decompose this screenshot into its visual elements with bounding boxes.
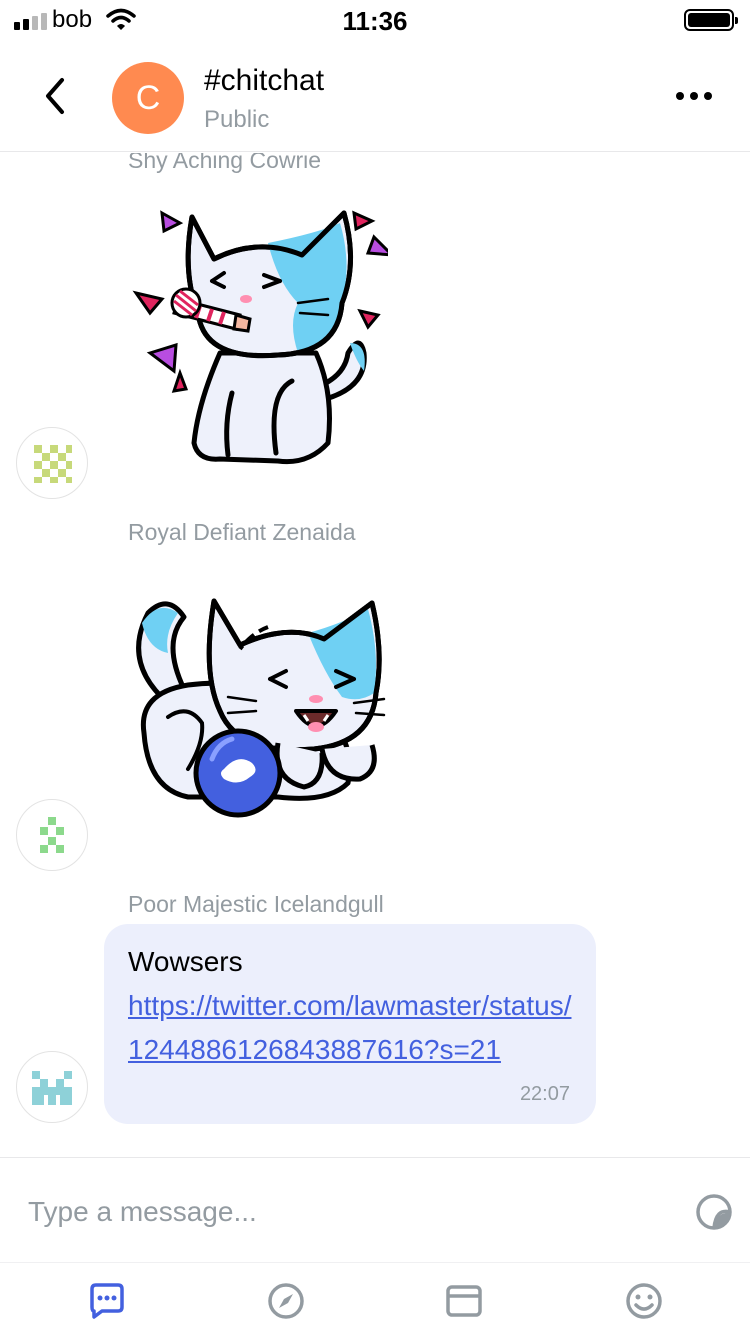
battery-icon (684, 9, 738, 31)
more-options-button[interactable] (676, 88, 712, 104)
message-bubble[interactable]: Wowsers https://twitter.com/lawmaster/st… (104, 924, 596, 1124)
channel-title[interactable]: #chitchat (204, 64, 324, 98)
dot-icon (704, 92, 712, 100)
chat-icon[interactable] (86, 1281, 126, 1321)
identicon-icon (32, 1071, 72, 1105)
identicon-icon (34, 445, 72, 483)
user-avatar[interactable] (16, 799, 88, 871)
dot-icon (690, 92, 698, 100)
status-bar: bob 11:36 (0, 0, 750, 40)
channel-avatar[interactable]: C (112, 62, 184, 134)
identicon-icon (40, 817, 64, 853)
sticker-button[interactable] (694, 1192, 734, 1232)
cat-party-blower-sticker[interactable] (128, 203, 388, 473)
back-button[interactable] (36, 74, 76, 118)
dot-icon (676, 92, 684, 100)
message-link[interactable]: https://twitter.com/lawmaster/status/124… (128, 984, 578, 1072)
status-time: 11:36 (342, 6, 408, 36)
message-timestamp: 22:07 (519, 1083, 570, 1105)
message-text: Wowsers (128, 946, 243, 977)
user-avatar[interactable] (16, 427, 88, 499)
message-sender[interactable]: Royal Defiant Zenaida (128, 519, 356, 546)
message-sender[interactable]: Poor Majestic Icelandgull (128, 891, 384, 918)
chat-header: C #chitchat Public (0, 40, 750, 152)
message-list[interactable]: Shy Aching Cowrie Royal Defiant Zenaida … (0, 153, 750, 1157)
user-avatar[interactable] (16, 1051, 88, 1123)
wallet-icon[interactable] (444, 1281, 484, 1321)
compass-icon[interactable] (266, 1281, 306, 1321)
message-input[interactable] (28, 1190, 668, 1234)
cat-with-ball-sticker[interactable] (128, 593, 398, 833)
channel-subtitle: Public (204, 106, 270, 133)
composer (0, 1157, 750, 1261)
message-sender[interactable]: Shy Aching Cowrie (128, 153, 321, 174)
bottom-tab-bar (0, 1262, 750, 1334)
profile-smiley-icon[interactable] (624, 1281, 664, 1321)
